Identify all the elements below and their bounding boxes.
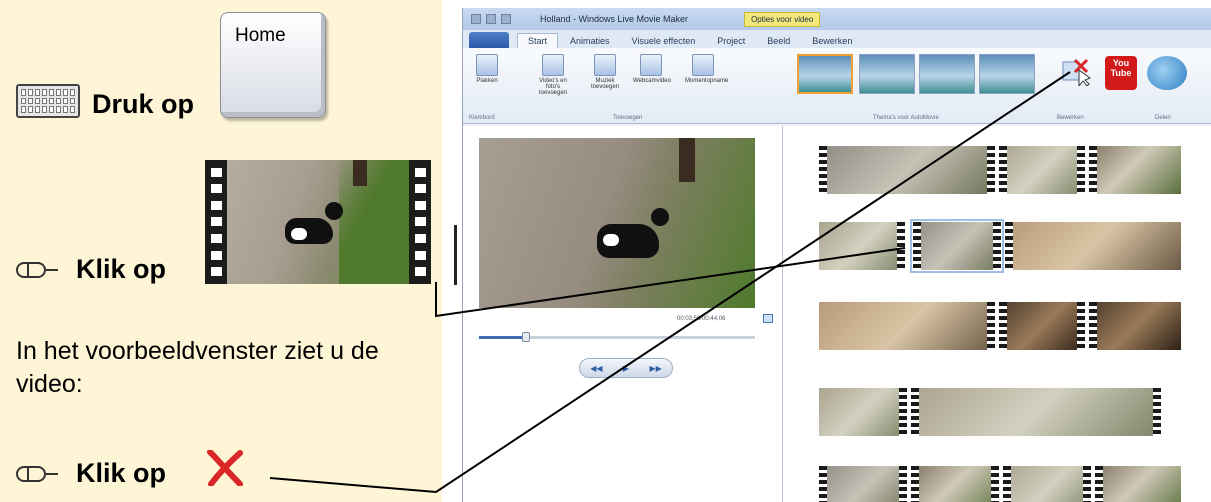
add-music-button[interactable]: Muziek toevoegen — [587, 54, 623, 90]
storyboard-clip[interactable] — [999, 302, 1085, 350]
instruction-step-click-delete: Klik op — [16, 460, 166, 487]
mouse-icon — [16, 466, 58, 482]
storyboard-clip[interactable] — [819, 302, 995, 350]
tab-bewerken[interactable]: Bewerken — [802, 34, 862, 48]
step2-text: Klik op — [76, 254, 167, 284]
film-strip-right — [409, 160, 431, 284]
preview-video[interactable] — [479, 138, 755, 308]
preview-explanation: In het voorbeeldvenster ziet u de video: — [16, 337, 379, 398]
tab-start[interactable]: Start — [517, 33, 559, 48]
snapshot-button[interactable]: Momentopname — [685, 54, 728, 84]
tab-visuele-effecten[interactable]: Visuele effecten — [622, 34, 706, 48]
instruction-panel: Home Druk op Klik op In het voorbeeldven… — [0, 0, 442, 502]
seek-bar[interactable] — [479, 332, 755, 342]
seek-progress — [479, 336, 526, 339]
webcam-icon — [640, 54, 662, 76]
step3-text: Klik op — [76, 458, 167, 488]
title-bar: Holland - Windows Live Movie Maker Optie… — [463, 8, 1211, 30]
group-klembord: Klembord — [469, 115, 495, 121]
app-menu-button[interactable] — [469, 32, 509, 48]
group-toevoegen: Toevoegen — [613, 115, 643, 121]
ribbon-tabs: Start Animaties Visuele effecten Project… — [463, 30, 1211, 48]
group-delen: Delen — [1155, 115, 1171, 121]
storyboard-clip[interactable] — [1095, 466, 1181, 502]
home-key-label: Home — [235, 25, 286, 46]
storyboard — [783, 126, 1211, 502]
automovie-theme-3[interactable] — [919, 54, 975, 94]
storyboard-clip[interactable] — [1005, 222, 1181, 270]
fullscreen-button[interactable] — [763, 314, 773, 323]
storyboard-clip[interactable] — [819, 146, 995, 194]
paste-button[interactable]: Plakken — [469, 54, 505, 84]
tab-project[interactable]: Project — [707, 34, 755, 48]
preview-pane: 00:03,56/00:44,06 ◀◀ ▶ ▶▶ — [463, 126, 783, 502]
home-key-image: Home — [220, 12, 326, 118]
movie-maker-window: Holland - Windows Live Movie Maker Optie… — [462, 8, 1211, 502]
step1-text: Druk op — [92, 89, 195, 119]
delete-x-icon — [207, 450, 243, 486]
webcam-video-button[interactable]: Webcamvideo — [633, 54, 671, 84]
cat-image — [597, 208, 669, 258]
music-note-icon — [594, 54, 616, 76]
storyboard-clip[interactable] — [1089, 146, 1181, 194]
group-automovie: Thema's voor AutoMovie — [873, 115, 939, 121]
insertion-cursor — [454, 225, 457, 285]
storyboard-clip[interactable] — [911, 466, 999, 502]
storyboard-clip[interactable] — [1089, 302, 1181, 350]
previous-frame-button[interactable]: ◀◀ — [590, 364, 602, 373]
automovie-theme-1[interactable] — [797, 54, 853, 94]
film-photo-icon — [542, 54, 564, 76]
storyboard-clip[interactable] — [1003, 466, 1091, 502]
quick-access-icon[interactable] — [471, 14, 481, 24]
instruction-step-click-clip: Klik op — [16, 256, 166, 283]
storyboard-clip[interactable] — [911, 388, 1161, 436]
ribbon: Plakken Video's en foto's toevoegen Muzi… — [463, 48, 1211, 124]
skydrive-share-button[interactable] — [1147, 56, 1187, 90]
playback-controls: ◀◀ ▶ ▶▶ — [579, 358, 673, 378]
next-frame-button[interactable]: ▶▶ — [649, 364, 661, 373]
group-bewerken: Bewerken — [1057, 115, 1084, 121]
add-videos-photos-button[interactable]: Video's en foto's toevoegen — [535, 54, 571, 96]
redo-icon[interactable] — [501, 14, 511, 24]
storyboard-clip[interactable] — [999, 146, 1085, 194]
youtube-share-button[interactable]: You Tube — [1105, 56, 1137, 90]
undo-icon[interactable] — [486, 14, 496, 24]
timecode: 00:03,56/00:44,06 — [677, 316, 726, 322]
context-tab-video-options[interactable]: Opties voor video — [744, 11, 821, 27]
video-clip-thumbnail — [205, 160, 431, 284]
cat-image — [285, 202, 343, 244]
clipboard-icon — [476, 54, 498, 76]
automovie-theme-4[interactable] — [979, 54, 1035, 94]
window-title: Holland - Windows Live Movie Maker — [540, 14, 689, 24]
play-button[interactable]: ▶ — [623, 364, 629, 373]
seek-handle[interactable] — [521, 332, 530, 342]
mouse-icon — [16, 262, 58, 278]
snapshot-icon — [692, 54, 714, 76]
tab-animaties[interactable]: Animaties — [560, 34, 620, 48]
remove-button[interactable] — [1061, 56, 1091, 86]
keyboard-icon — [16, 84, 80, 118]
storyboard-clip[interactable] — [819, 466, 907, 502]
automovie-theme-2[interactable] — [859, 54, 915, 94]
film-strip-left — [205, 160, 227, 284]
storyboard-clip[interactable] — [819, 222, 905, 270]
storyboard-clip[interactable] — [819, 388, 907, 436]
storyboard-clip-selected[interactable] — [910, 219, 1004, 273]
tab-beeld[interactable]: Beeld — [757, 34, 800, 48]
instruction-step-keyboard: Druk op — [16, 84, 194, 118]
